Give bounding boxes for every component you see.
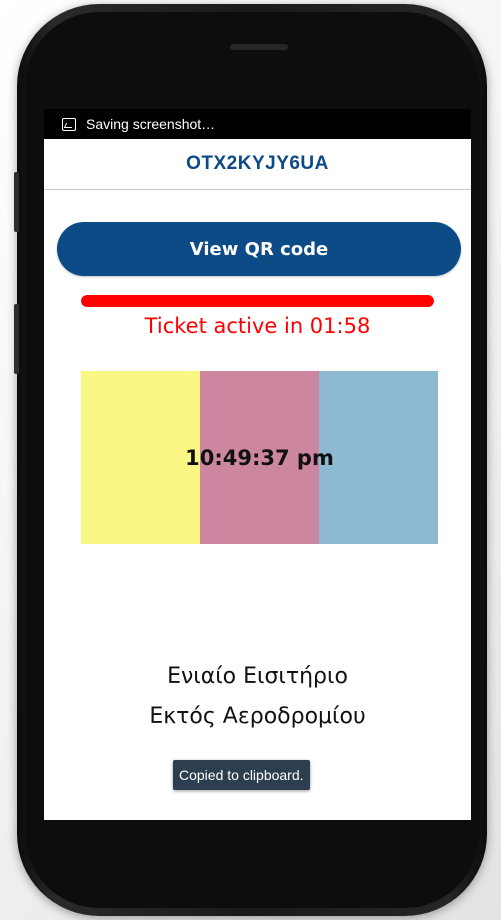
live-clock: 10:49:37 pm xyxy=(185,445,334,470)
toast-message: Copied to clipboard. xyxy=(173,760,310,790)
view-qr-code-button[interactable]: View QR code xyxy=(57,222,461,276)
activation-progress-bar xyxy=(81,295,434,307)
status-bar: Saving screenshot… xyxy=(44,109,471,139)
screenshot-icon xyxy=(62,117,76,131)
ticket-type-line-1: Ενιαίο Εισιτήριο xyxy=(167,664,348,689)
app-screen: Saving screenshot… OTX2KYJY6UA View QR c… xyxy=(44,109,471,820)
ticket-type-line-2: Εκτός Αεροδρομίου xyxy=(149,704,366,729)
ticket-code-header: OTX2KYJY6UA xyxy=(44,139,471,190)
power-key xyxy=(14,304,19,374)
volume-key xyxy=(14,172,19,232)
activation-progress-fill xyxy=(81,295,434,307)
speaker-grille xyxy=(230,44,288,50)
status-text: Saving screenshot… xyxy=(86,116,216,132)
ticket-type: Ενιαίο Εισιτήριο Εκτός Αεροδρομίου xyxy=(44,657,471,737)
ticket-active-countdown: Ticket active in 01:58 xyxy=(144,314,371,338)
